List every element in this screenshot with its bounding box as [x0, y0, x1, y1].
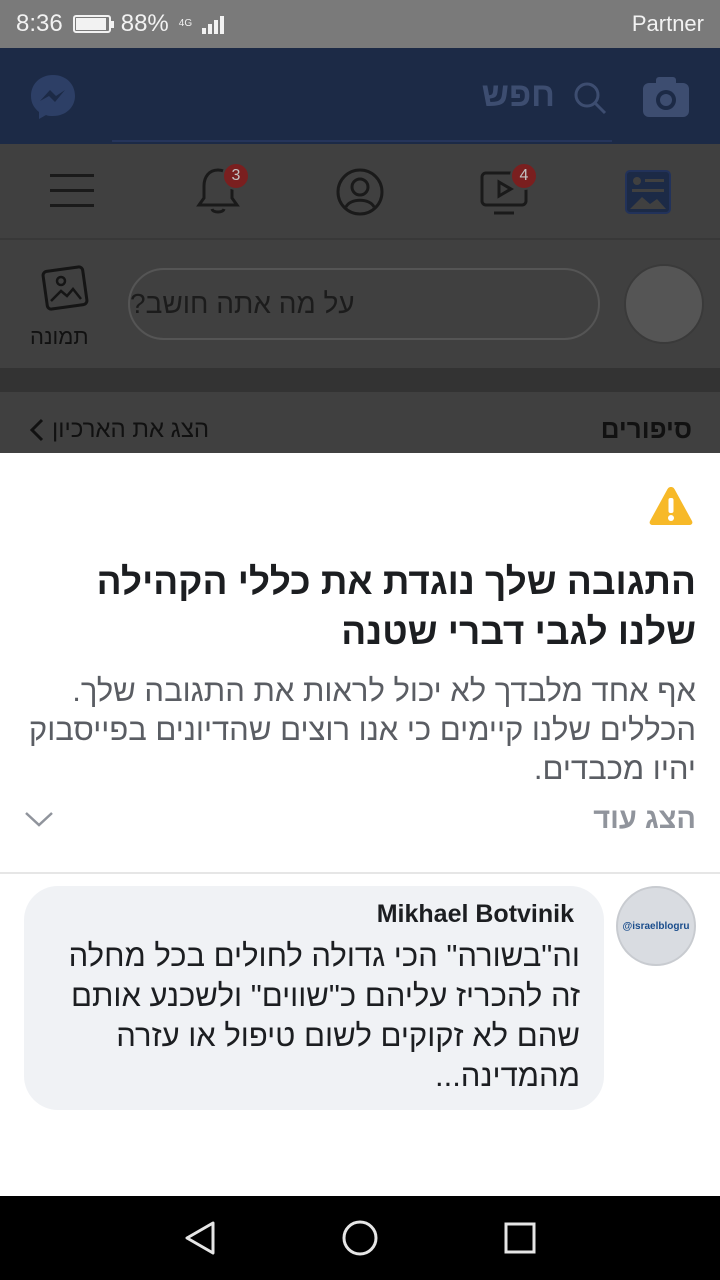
search-underline	[112, 140, 612, 142]
composer-input[interactable]: על מה אתה חושב?	[128, 268, 600, 340]
carrier-name: Partner	[631, 11, 704, 36]
stories-title: סיפורים	[600, 414, 692, 444]
system-navigation-bar	[0, 1196, 720, 1280]
notice-description: אף אחד מלבדך לא יכול לראות את התגובה שלך…	[28, 673, 696, 786]
comment-avatar[interactable]: @israelblogru	[616, 886, 696, 966]
photo-icon[interactable]	[38, 262, 90, 314]
clock: 8:36	[16, 10, 63, 37]
home-icon[interactable]	[340, 1218, 380, 1258]
divider	[0, 872, 720, 874]
section-divider	[0, 368, 720, 392]
avatar-text: @israelblogru	[622, 920, 690, 932]
photo-label: תמונה	[30, 324, 89, 349]
profile-icon[interactable]	[336, 168, 384, 216]
avatar[interactable]	[624, 264, 704, 344]
show-more-label: הצג עוד	[593, 803, 696, 835]
hate-speech-notice-sheet: התגובה שלך נוגדת את כללי הקהילה שלנו לגב…	[0, 453, 720, 1196]
comment-text: וה"בשורה" הכי גדולה לחולים בכל מחלה זה ל…	[68, 938, 580, 1093]
chevron-down-icon	[24, 809, 56, 831]
network-type: 4G	[178, 18, 193, 29]
status-bar: 8:36 88% 4G Partner	[0, 0, 720, 48]
stories-header: סיפורים הצג את הארכיון	[0, 392, 720, 453]
back-icon[interactable]	[180, 1218, 220, 1258]
recents-icon[interactable]	[500, 1218, 540, 1258]
comment-author[interactable]: Mikhael Botvinik	[377, 900, 574, 929]
facebook-background: חפש 3 4 תמונה על מה אתה חושב? סיפורים הצ…	[0, 48, 720, 453]
search-input[interactable]: חפש	[482, 76, 555, 115]
stories-archive-link[interactable]: הצג את הארכיון	[30, 416, 209, 444]
camera-icon[interactable]	[640, 74, 692, 120]
tab-bar: 3 4	[0, 144, 720, 240]
messenger-icon[interactable]	[28, 72, 78, 122]
news-feed-icon[interactable]	[624, 168, 672, 216]
facebook-header: חפש	[0, 48, 720, 144]
comment-bubble: Mikhael Botvinik וה"בשורה" הכי גדולה לחו…	[24, 886, 604, 1110]
show-more-button[interactable]: הצג עוד	[0, 793, 720, 853]
battery-percent: 88%	[120, 10, 169, 37]
battery-icon	[72, 15, 114, 33]
search-icon[interactable]	[570, 78, 610, 118]
chevron-left-icon	[30, 418, 44, 442]
menu-icon[interactable]	[50, 170, 94, 210]
composer: תמונה על מה אתה חושב?	[0, 242, 720, 368]
watch-badge: 4	[510, 162, 538, 190]
notice-title: התגובה שלך נוגדת את כללי הקהילה שלנו לגב…	[96, 561, 696, 652]
stories-archive-label: הצג את הארכיון	[52, 416, 210, 443]
warning-icon	[648, 485, 694, 527]
notifications-badge: 3	[222, 162, 250, 190]
signal-icon	[202, 14, 225, 34]
